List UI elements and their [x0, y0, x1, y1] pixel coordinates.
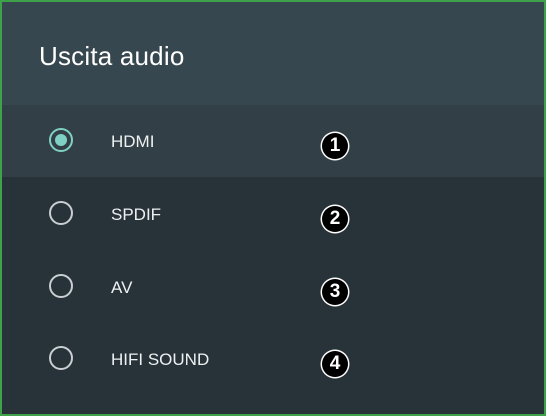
- number-badge: 3: [322, 279, 348, 305]
- radio-unselected-icon[interactable]: [49, 274, 73, 298]
- dialog-header: Uscita audio: [2, 2, 544, 105]
- radio-unselected-icon[interactable]: [49, 346, 73, 370]
- option-label: HIFI SOUND: [111, 350, 210, 369]
- option-label: HDMI: [111, 132, 155, 151]
- option-hdmi[interactable]: HDMI 1: [2, 105, 544, 177]
- radio-selected-icon[interactable]: [49, 128, 73, 152]
- number-badge: 2: [322, 206, 348, 232]
- dialog-title: Uscita audio: [39, 41, 185, 71]
- radio-unselected-icon[interactable]: [49, 201, 73, 225]
- option-label: SPDIF: [111, 205, 162, 224]
- option-av[interactable]: AV 3: [2, 251, 544, 323]
- option-label: AV: [111, 278, 133, 297]
- number-badge: 1: [322, 133, 348, 159]
- option-spdif[interactable]: SPDIF 2: [2, 178, 544, 250]
- option-hifi-sound[interactable]: HIFI SOUND 4: [2, 323, 544, 395]
- audio-output-dialog: Uscita audio HDMI 1 SPDIF 2 AV 3 HIFI SO…: [0, 0, 546, 416]
- number-badge: 4: [322, 351, 348, 377]
